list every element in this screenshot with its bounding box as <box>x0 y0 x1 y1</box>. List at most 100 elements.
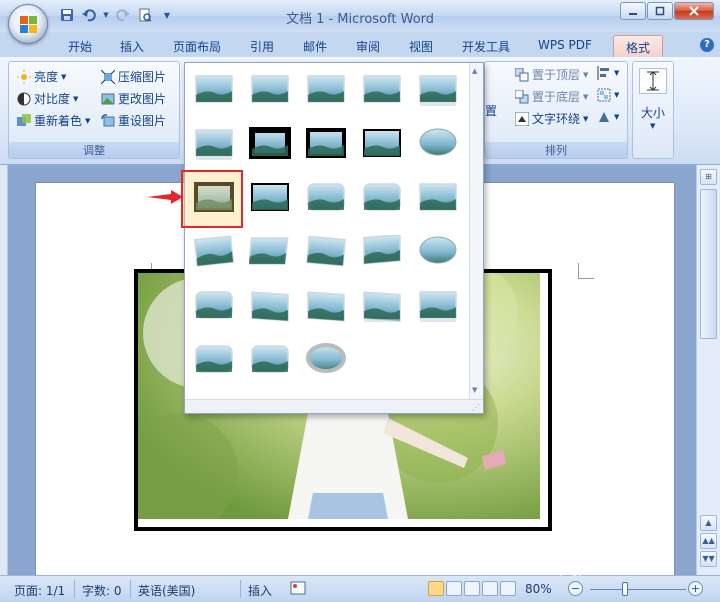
tab-insert[interactable]: 插入 <box>114 35 150 57</box>
scrollbar-thumb[interactable] <box>700 189 717 339</box>
word-count[interactable]: 字数: 0 <box>82 582 122 599</box>
picture-style-option[interactable] <box>193 73 235 107</box>
zoom-level[interactable]: 80% <box>525 582 552 596</box>
picture-style-option[interactable] <box>305 343 347 377</box>
tab-review[interactable]: 审阅 <box>350 35 386 57</box>
tab-home[interactable]: 开始 <box>62 35 98 57</box>
picture-style-option[interactable] <box>193 235 235 269</box>
minimize-button[interactable] <box>620 2 646 20</box>
recolor-label: 重新着色 <box>34 114 83 128</box>
zoom-out-button[interactable]: − <box>568 581 583 596</box>
picture-style-option[interactable] <box>361 289 403 323</box>
scroll-up-icon[interactable]: ▲ <box>472 67 477 75</box>
text-wrapping-button[interactable]: 文字环绕 ▼ <box>514 110 588 127</box>
rotate-button[interactable]: ▼ <box>597 110 619 124</box>
picture-style-option[interactable] <box>305 235 347 269</box>
picture-style-option[interactable] <box>417 181 459 215</box>
divider <box>74 580 75 598</box>
picture-style-option[interactable] <box>361 127 403 161</box>
picture-style-option[interactable] <box>249 73 291 107</box>
language[interactable]: 英语(美国) <box>138 582 195 599</box>
compress-pictures-button[interactable]: 压缩图片 <box>100 68 167 85</box>
picture-style-option[interactable] <box>417 127 459 161</box>
reset-picture-button[interactable]: 重设图片 <box>101 112 166 129</box>
brightness-label: 亮度 <box>34 70 59 84</box>
picture-style-thumbnail <box>195 291 233 319</box>
draft-view-icon[interactable] <box>500 581 516 596</box>
picture-style-option[interactable] <box>361 233 403 269</box>
picture-style-thumbnail <box>307 291 345 322</box>
picture-style-thumbnail <box>419 236 457 264</box>
tab-page-layout[interactable]: 页面布局 <box>167 35 227 57</box>
picture-style-option[interactable] <box>193 289 235 323</box>
tab-references[interactable]: 引用 <box>244 35 280 57</box>
picture-style-option[interactable] <box>417 289 459 323</box>
previous-page-icon[interactable]: ▲▲ <box>700 533 717 549</box>
position-button-partial[interactable]: 置 <box>485 102 497 119</box>
send-to-back-button[interactable]: 置于底层 ▼ <box>514 88 588 105</box>
print-layout-view-icon[interactable] <box>428 581 444 596</box>
macro-record-icon[interactable] <box>290 580 306 599</box>
picture-style-option[interactable] <box>249 127 291 161</box>
tab-wps-pdf[interactable]: WPS PDF <box>532 35 598 57</box>
brightness-button[interactable]: 亮度 ▼ <box>17 68 66 85</box>
scroll-down-icon[interactable]: ▼ <box>472 386 477 394</box>
chevron-down-icon: ▼ <box>614 91 620 99</box>
chevron-down-icon: ▼ <box>73 94 79 103</box>
picture-style-option[interactable] <box>305 73 347 107</box>
contrast-button[interactable]: 对比度 ▼ <box>17 90 78 107</box>
page-count[interactable]: 页面: 1/1 <box>14 582 65 599</box>
group-size[interactable]: 大小 ▼ <box>632 61 674 159</box>
tab-mailings[interactable]: 邮件 <box>297 35 333 57</box>
gallery-resize-grip[interactable]: ⋰ <box>185 399 483 413</box>
chevron-down-icon: ▼ <box>650 122 656 130</box>
web-layout-view-icon[interactable] <box>464 581 480 596</box>
maximize-button[interactable] <box>647 2 673 20</box>
picture-style-option[interactable] <box>361 181 403 215</box>
compress-label: 压缩图片 <box>118 70 167 84</box>
tab-format[interactable]: 格式 <box>613 35 664 57</box>
picture-style-option[interactable] <box>249 289 291 323</box>
gallery-scrollbar[interactable]: ▲ ▼ <box>469 63 483 401</box>
close-button[interactable] <box>674 2 714 20</box>
zoom-slider-track[interactable] <box>590 589 686 590</box>
zoom-slider-thumb[interactable] <box>622 582 628 596</box>
red-arrow-icon <box>147 190 183 204</box>
ruler-toggle-icon[interactable]: ⊞ <box>700 169 717 185</box>
bring-to-front-button[interactable]: 置于顶层 ▼ <box>514 66 588 83</box>
tab-developer[interactable]: 开发工具 <box>456 35 516 57</box>
full-screen-reading-view-icon[interactable] <box>446 581 462 596</box>
contrast-label: 对比度 <box>34 92 71 106</box>
picture-style-option[interactable] <box>248 235 291 269</box>
picture-style-thumbnail <box>419 128 457 156</box>
chevron-down-icon: ▼ <box>61 72 67 81</box>
align-button[interactable]: ▼ <box>597 66 619 80</box>
picture-style-option[interactable] <box>417 235 459 269</box>
window-title: 文档 1 - Microsoft Word <box>285 12 435 27</box>
picture-style-option[interactable] <box>305 289 347 323</box>
picture-styles-gallery: ▲ ▼ ⋰ <box>184 62 484 414</box>
picture-style-option[interactable] <box>193 127 235 161</box>
change-picture-button[interactable]: 更改图片 <box>101 90 166 107</box>
group-objects-button[interactable]: ▼ <box>597 88 619 102</box>
help-icon[interactable]: ? <box>700 38 714 52</box>
scroll-up-icon[interactable]: ▲ <box>700 515 717 531</box>
office-button[interactable] <box>8 4 48 44</box>
insert-mode[interactable]: 插入 <box>248 582 272 599</box>
next-page-icon[interactable]: ▼▼ <box>700 551 717 567</box>
zoom-in-button[interactable]: + <box>688 581 703 596</box>
recolor-icon <box>17 113 31 128</box>
office-logo-icon <box>20 16 38 34</box>
picture-style-option[interactable] <box>417 73 459 107</box>
picture-style-option[interactable] <box>305 127 347 161</box>
recolor-button[interactable]: 重新着色 ▼ <box>17 112 90 129</box>
picture-style-option[interactable] <box>305 181 347 215</box>
tab-view[interactable]: 视图 <box>403 35 439 57</box>
picture-style-option[interactable] <box>249 343 291 377</box>
picture-style-option[interactable] <box>361 73 403 107</box>
vertical-scrollbar[interactable]: ⊞ ▲ ▲▲ ▼▼ <box>696 165 720 575</box>
picture-style-option[interactable] <box>249 181 291 215</box>
picture-style-thumbnail <box>195 345 233 373</box>
picture-style-option[interactable] <box>193 343 235 377</box>
outline-view-icon[interactable] <box>482 581 498 596</box>
